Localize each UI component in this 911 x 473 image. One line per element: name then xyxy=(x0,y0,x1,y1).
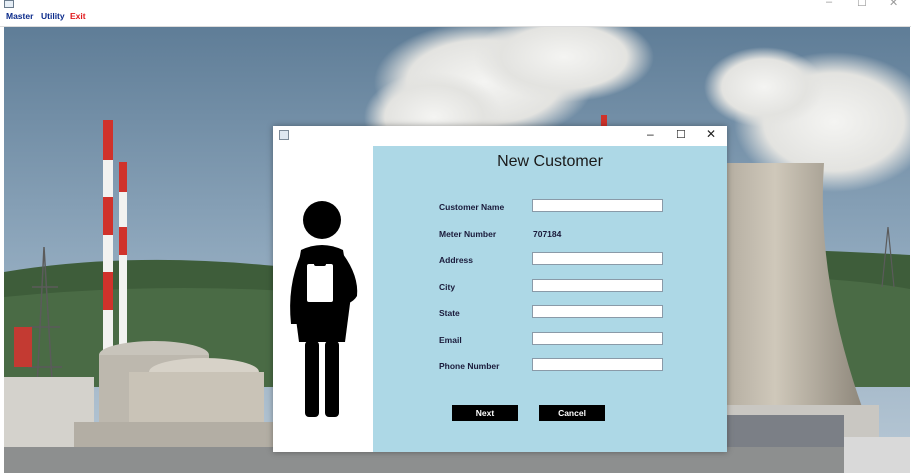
app-title-bar: – ☐ ✕ xyxy=(0,0,911,10)
meter-number-value: 707184 xyxy=(533,229,562,239)
customer-name-label: Customer Name xyxy=(439,202,505,212)
city-label: City xyxy=(439,282,456,292)
dialog-close-button[interactable]: ✕ xyxy=(706,127,716,141)
cancel-button[interactable]: Cancel xyxy=(539,405,605,421)
menu-exit[interactable]: Exit xyxy=(70,11,86,21)
address-label: Address xyxy=(439,255,474,265)
new-customer-dialog: – ☐ ✕ New Customer Customer Name Meter N… xyxy=(273,126,727,452)
form-title: New Customer xyxy=(497,153,603,170)
address-field[interactable] xyxy=(532,252,663,265)
email-field[interactable] xyxy=(532,332,663,345)
menu-utility[interactable]: Utility xyxy=(41,11,65,21)
person-with-clipboard-icon xyxy=(290,201,358,417)
illustration-panel xyxy=(273,146,373,452)
app-maximize-button[interactable]: ☐ xyxy=(857,0,867,9)
customer-name-field[interactable] xyxy=(532,199,663,212)
phone-number-label: Phone Number xyxy=(439,361,500,371)
java-app-icon xyxy=(279,130,289,140)
state-label: State xyxy=(439,308,460,318)
java-app-icon xyxy=(4,0,14,8)
email-label: Email xyxy=(439,335,462,345)
menu-bar: Master Utility Exit xyxy=(0,10,911,27)
app-minimize-button[interactable]: – xyxy=(826,0,832,8)
next-button[interactable]: Next xyxy=(452,405,518,421)
dialog-maximize-button[interactable]: ☐ xyxy=(676,128,686,141)
city-field[interactable] xyxy=(532,279,663,292)
dialog-title-bar: – ☐ ✕ xyxy=(273,126,727,146)
form-panel: New Customer Customer Name Meter Number … xyxy=(373,146,727,452)
state-field[interactable] xyxy=(532,305,663,318)
dialog-minimize-button[interactable]: – xyxy=(647,127,654,141)
app-close-button[interactable]: ✕ xyxy=(889,0,898,9)
menu-master[interactable]: Master xyxy=(6,11,33,21)
meter-number-label: Meter Number xyxy=(439,229,497,239)
phone-number-field[interactable] xyxy=(532,358,663,371)
